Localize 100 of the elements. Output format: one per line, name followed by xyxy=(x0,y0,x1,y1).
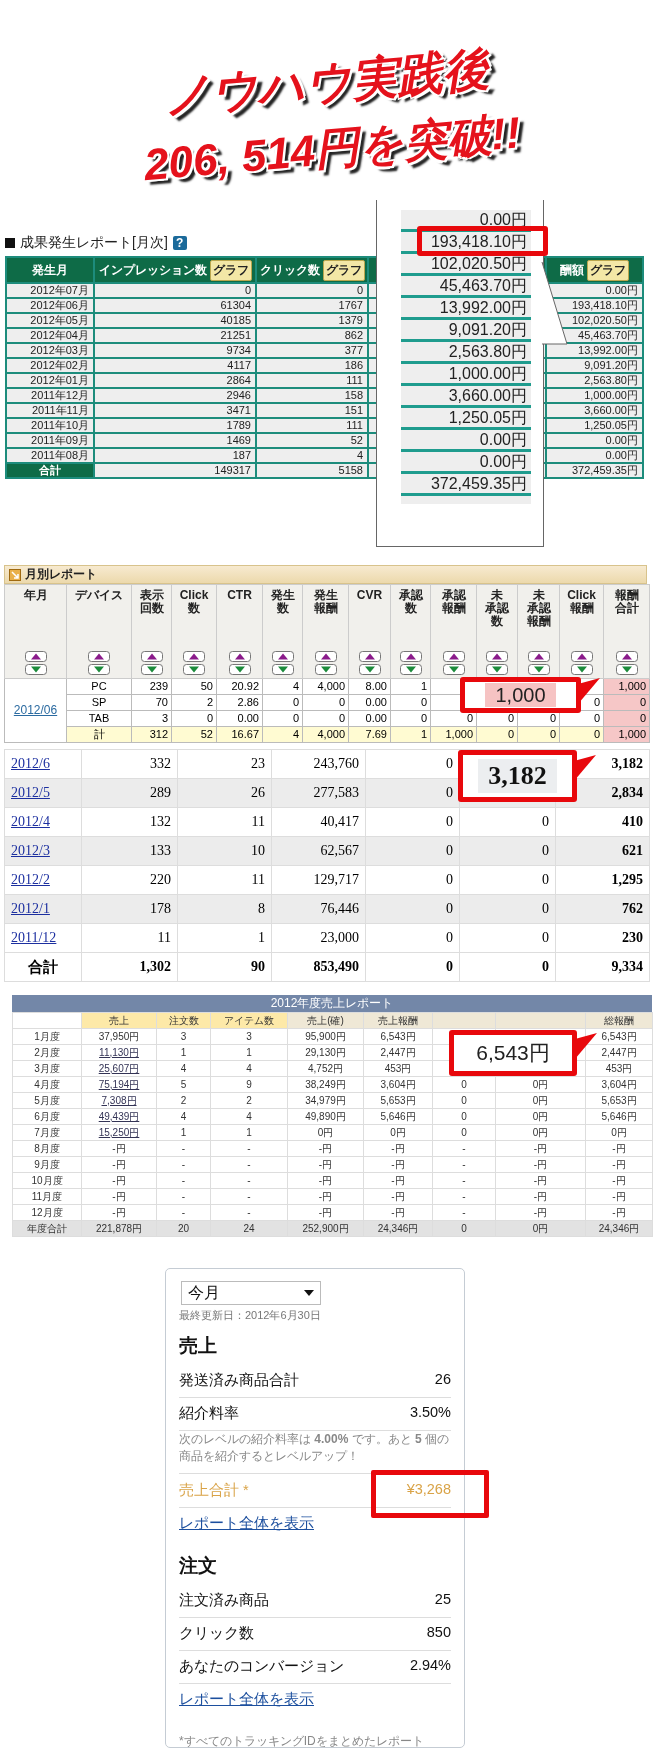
column-header: アイテム数 xyxy=(210,1012,288,1029)
sort-down-icon[interactable] xyxy=(615,664,638,675)
table-cell: -円 xyxy=(585,1204,653,1221)
table-cell: -円 xyxy=(585,1172,653,1189)
magnified-amount: 1,000.00円 xyxy=(448,365,527,382)
table-cell: 0 xyxy=(365,807,460,837)
magnified-amount: 102,020.50円 xyxy=(430,255,527,272)
sort-down-icon[interactable] xyxy=(183,664,205,675)
table-cell: 0 xyxy=(459,865,556,895)
sort-down-icon[interactable] xyxy=(399,664,422,675)
table-cell: -円 xyxy=(495,1156,586,1173)
table-cell: 0 xyxy=(459,894,556,924)
table-cell: 4,752円 xyxy=(287,1060,364,1077)
table-cell: 90 xyxy=(177,952,272,982)
magnified-value: 1,000 xyxy=(485,683,556,707)
table-cell: 1,295 xyxy=(555,865,650,895)
month-link[interactable]: 2012/06 xyxy=(13,703,58,717)
table-cell: 95,900円 xyxy=(287,1028,364,1045)
last-updated: 最終更新日：2012年6月30日 xyxy=(179,1308,322,1323)
column-header: 売上報酬 xyxy=(363,1012,433,1029)
sort-down-icon[interactable] xyxy=(358,664,381,675)
table-cell: - xyxy=(432,1188,496,1205)
period-dropdown[interactable]: 今月 xyxy=(181,1281,321,1305)
table-cell: 29,130円 xyxy=(287,1044,364,1061)
table-cell: 0 xyxy=(365,836,460,866)
footnote: *すべてのトラッキングIDをまとめたレポート xyxy=(179,1733,425,1750)
column-header: 発生 数 xyxy=(270,589,295,615)
sort-up-icon[interactable] xyxy=(442,651,465,662)
sort-up-icon[interactable] xyxy=(88,651,110,662)
sort-down-icon[interactable] xyxy=(527,664,550,675)
sort-up-icon[interactable] xyxy=(615,651,638,662)
table-cell: 132 xyxy=(81,807,178,837)
total-label: 合計 xyxy=(4,952,82,982)
metric-label: 紹介料率 xyxy=(179,1404,239,1423)
table-cell: 62,567 xyxy=(271,836,366,866)
table-cell: 2 xyxy=(156,1092,211,1109)
column-header: デバイス xyxy=(75,589,123,602)
table-cell: 8 xyxy=(177,894,272,924)
sort-down-icon[interactable] xyxy=(24,664,47,675)
help-icon[interactable]: ? xyxy=(172,236,187,250)
row-label: 10月度 xyxy=(12,1172,82,1189)
sort-up-icon[interactable] xyxy=(314,651,337,662)
table-cell: 4 xyxy=(156,1060,211,1077)
row-label: 4月度 xyxy=(12,1076,82,1093)
table-cell: 2 xyxy=(210,1092,288,1109)
report-link[interactable]: レポート全体を表示 xyxy=(179,1690,314,1709)
column-title: 酬額 xyxy=(560,261,584,279)
magnified-amount: 1,250.05円 xyxy=(448,409,527,426)
sort-down-icon[interactable] xyxy=(271,664,294,675)
table-cell: -円 xyxy=(81,1156,157,1173)
table-cell: 133 xyxy=(81,836,178,866)
sort-down-icon[interactable] xyxy=(486,664,508,675)
sort-down-icon[interactable] xyxy=(140,664,163,675)
graph-button[interactable]: グラフ xyxy=(322,259,365,281)
sort-up-icon[interactable] xyxy=(486,651,508,662)
table-cell: -円 xyxy=(363,1140,433,1157)
sort-down-icon[interactable] xyxy=(570,664,593,675)
magnified-amount: 2,563.80円 xyxy=(448,343,527,360)
sort-up-icon[interactable] xyxy=(570,651,593,662)
column-title: クリック数 xyxy=(259,261,320,279)
magnified-amount: 45,463.70円 xyxy=(439,277,527,294)
table-cell: 9 xyxy=(210,1076,288,1093)
metric-label: 注文済み商品 xyxy=(179,1591,269,1610)
graph-button[interactable]: グラフ xyxy=(587,259,629,281)
table-cell: 3,604円 xyxy=(585,1076,653,1093)
sort-up-icon[interactable] xyxy=(24,651,47,662)
metric-label: あなたのコンバージョン xyxy=(179,1657,344,1676)
sort-up-icon[interactable] xyxy=(358,651,381,662)
table-cell: 0 xyxy=(365,923,460,953)
table-cell: 11 xyxy=(81,923,178,953)
graph-button[interactable]: グラフ xyxy=(209,259,252,281)
table-cell: 410 xyxy=(555,807,650,837)
table-cell: - xyxy=(156,1204,211,1221)
sort-up-icon[interactable] xyxy=(527,651,550,662)
sort-up-icon[interactable] xyxy=(183,651,205,662)
row-label: 11月度 xyxy=(12,1188,82,1205)
sort-down-icon[interactable] xyxy=(228,664,251,675)
total-label: 売上合計 * xyxy=(179,1481,249,1500)
column-header: CVR xyxy=(356,589,383,602)
sort-up-icon[interactable] xyxy=(228,651,251,662)
metric-value: 26 xyxy=(434,1371,451,1389)
sort-up-icon[interactable] xyxy=(140,651,163,662)
sort-down-icon[interactable] xyxy=(442,664,465,675)
column-header: Click 報酬 xyxy=(567,589,596,615)
table-cell: -円 xyxy=(287,1204,364,1221)
sort-down-icon[interactable] xyxy=(88,664,110,675)
table-cell: 5,653円 xyxy=(585,1092,653,1109)
table-cell: 230 xyxy=(555,923,650,953)
table-cell: - xyxy=(156,1188,211,1205)
report-link[interactable]: レポート全体を表示 xyxy=(179,1514,314,1533)
table-cell: 5,653円 xyxy=(363,1092,433,1109)
sort-up-icon[interactable] xyxy=(399,651,422,662)
table-cell: 1,302 xyxy=(81,952,178,982)
table-cell: 23,000 xyxy=(271,923,366,953)
sort-up-icon[interactable] xyxy=(271,651,294,662)
magnified-amount: 13,992.00円 xyxy=(439,299,527,316)
sort-down-icon[interactable] xyxy=(314,664,337,675)
table-cell: -円 xyxy=(495,1188,586,1205)
table-cell: 1 xyxy=(210,1124,288,1141)
table-cell: 37,950円 xyxy=(81,1028,157,1045)
